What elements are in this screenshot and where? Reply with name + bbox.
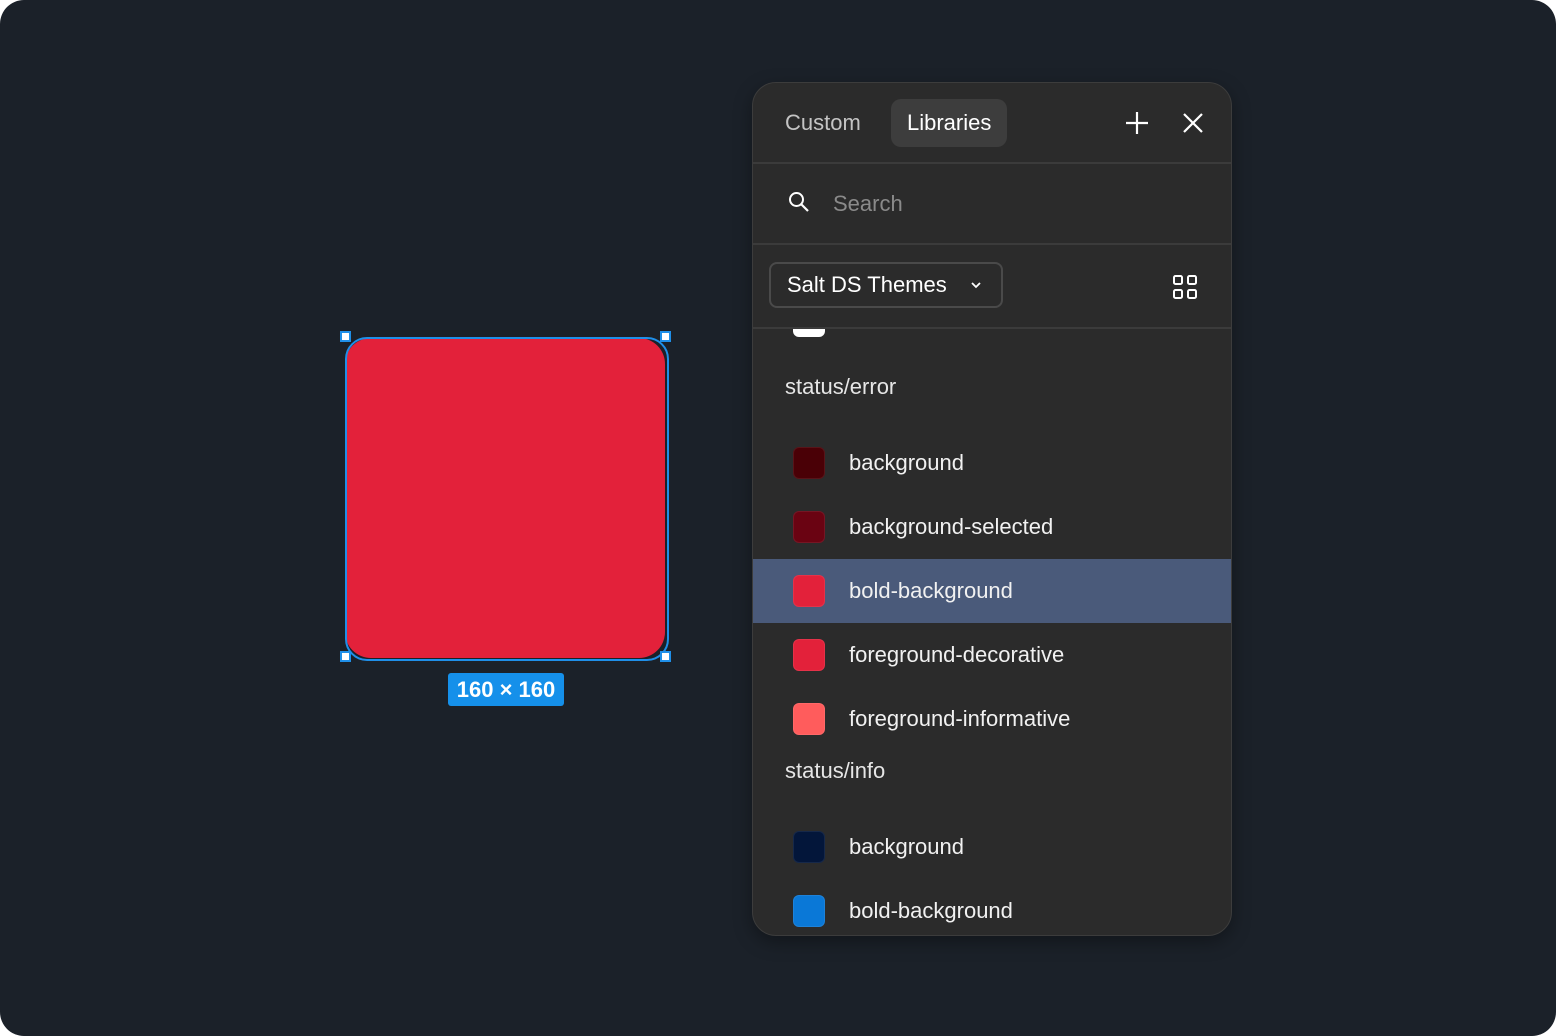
- color-swatch: [793, 703, 825, 735]
- search-bar: [753, 164, 1231, 245]
- search-input[interactable]: [819, 184, 1207, 224]
- resize-handle-top-left[interactable]: [340, 331, 351, 342]
- color-swatch: [793, 447, 825, 479]
- color-swatch: [793, 895, 825, 927]
- chevron-down-icon: [971, 282, 981, 289]
- color-swatch: [793, 831, 825, 863]
- size-badge: 160 × 160: [448, 673, 564, 706]
- color-swatch: [793, 575, 825, 607]
- partial-swatch: [793, 329, 825, 337]
- group-title-status-error: status/error: [785, 374, 897, 399]
- list-item-label: foreground-informative: [849, 706, 1071, 731]
- list-item[interactable]: bold-background: [753, 879, 1231, 935]
- list-item-label: foreground-decorative: [849, 642, 1065, 667]
- color-style-list[interactable]: status/error background background-selec…: [753, 329, 1231, 935]
- close-button[interactable]: [1173, 103, 1213, 143]
- color-swatch: [793, 511, 825, 543]
- list-item-label: background-selected: [849, 514, 1054, 539]
- list-item-label: background: [849, 834, 964, 859]
- list-item[interactable]: background: [753, 815, 1231, 879]
- color-picker-panel: Custom Libraries Salt DS Themes: [752, 82, 1232, 936]
- list-item-selected[interactable]: bold-background: [753, 559, 1231, 623]
- library-dropdown-label: Salt DS Themes: [787, 272, 947, 297]
- library-dropdown[interactable]: Salt DS Themes: [769, 262, 1003, 308]
- group-title-status-info: status/info: [785, 758, 886, 783]
- list-item[interactable]: background-selected: [753, 495, 1231, 559]
- selected-rectangle[interactable]: [345, 338, 665, 658]
- list-item-label: bold-background: [849, 578, 1013, 603]
- list-item[interactable]: background: [753, 431, 1231, 495]
- resize-handle-bottom-left[interactable]: [340, 651, 351, 662]
- tab-libraries[interactable]: Libraries: [891, 99, 1008, 147]
- close-icon: [1183, 113, 1203, 133]
- resize-handle-top-right[interactable]: [660, 331, 671, 342]
- list-item[interactable]: foreground-decorative: [753, 623, 1231, 687]
- add-button[interactable]: [1117, 103, 1157, 143]
- tab-custom[interactable]: Custom: [769, 99, 877, 147]
- search-icon: [789, 192, 809, 212]
- list-item-label: bold-background: [849, 898, 1013, 923]
- library-bar: Salt DS Themes: [753, 245, 1231, 329]
- grid-view-icon[interactable]: [1171, 273, 1199, 301]
- resize-handle-bottom-right[interactable]: [660, 651, 671, 662]
- plus-icon: [1126, 112, 1148, 134]
- panel-header: Custom Libraries: [753, 83, 1231, 164]
- color-swatch: [793, 639, 825, 671]
- design-canvas[interactable]: 160 × 160 Custom Libraries Search Salt D…: [0, 0, 1556, 1036]
- list-item-label: background: [849, 450, 964, 475]
- list-item[interactable]: foreground-informative: [753, 687, 1231, 751]
